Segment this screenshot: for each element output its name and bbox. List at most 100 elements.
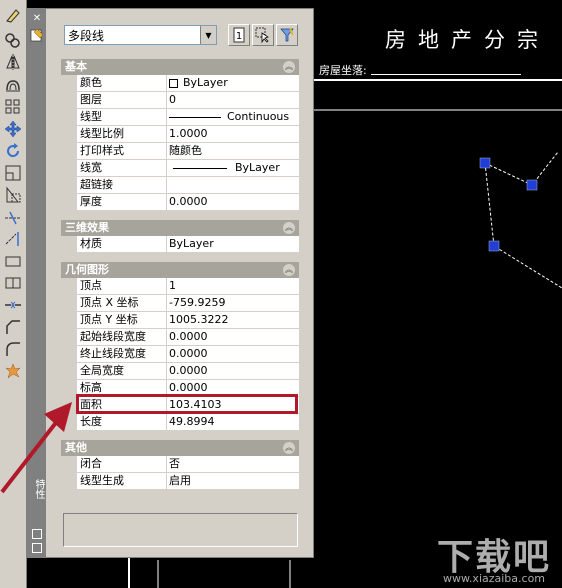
properties-palette: ✕ 特性 多段线 ▼ 1 基本 ︽ 颜色 ByLayer 图层 0 线型 Con… [27, 8, 314, 558]
section-geometry[interactable]: 几何图形 ︽ [61, 262, 299, 278]
join-icon[interactable] [2, 295, 24, 315]
prop-row-linetype-scale[interactable]: 线型比例 1.0000 [61, 126, 299, 143]
erase-icon[interactable] [2, 6, 24, 26]
prop-value[interactable]: 0 [167, 92, 299, 108]
break-icon[interactable] [2, 273, 24, 293]
prop-row-layer[interactable]: 图层 0 [61, 92, 299, 109]
prop-name: 图层 [77, 92, 167, 108]
prop-name: 线型 [77, 109, 167, 125]
section-3d-effects[interactable]: 三维效果 ︽ [61, 220, 299, 236]
drawing-title: 房地产分宗 [385, 28, 550, 52]
move-icon[interactable] [2, 119, 24, 139]
collapse-icon[interactable]: ︽ [283, 61, 295, 73]
explode-icon[interactable] [2, 361, 24, 381]
offset-icon[interactable] [2, 75, 24, 95]
property-grid: 基本 ︽ 颜色 ByLayer 图层 0 线型 Continuous 线型比例 … [61, 57, 299, 490]
stretch-icon[interactable] [2, 185, 24, 205]
prop-name: 线型生成 [77, 473, 167, 489]
linetype-sample [169, 116, 221, 118]
prop-value[interactable]: Continuous [167, 109, 299, 125]
section-3d-label: 三维效果 [65, 221, 109, 234]
collapse-icon[interactable]: ︽ [283, 264, 295, 276]
extend-icon[interactable] [2, 229, 24, 249]
prop-row-lineweight[interactable]: 线宽 ByLayer [61, 160, 299, 177]
prop-value[interactable]: 启用 [167, 473, 299, 489]
section-misc[interactable]: 其他 ︽ [61, 440, 299, 456]
prop-row-vertex[interactable]: 顶点 1 [61, 278, 299, 295]
prop-value[interactable]: -759.9259 [167, 295, 299, 311]
area-highlight-box [76, 394, 298, 414]
section-geometry-label: 几何图形 [65, 263, 109, 276]
prop-name: 闭合 [77, 456, 167, 472]
prop-row-start-width[interactable]: 起始线段宽度 0.0000 [61, 329, 299, 346]
object-type-select[interactable]: 多段线 ▼ [64, 25, 217, 45]
prop-value[interactable]: ByLayer [167, 236, 299, 252]
properties-app-icon [30, 28, 44, 42]
quick-select-icon [280, 27, 294, 42]
chamfer-icon[interactable] [2, 317, 24, 337]
prop-name: 线宽 [77, 160, 167, 176]
prop-value[interactable]: 1.0000 [167, 126, 299, 142]
prop-row-vertex-x[interactable]: 顶点 X 坐标 -759.9259 [61, 295, 299, 312]
array-icon[interactable] [2, 97, 24, 117]
section-basic-label: 基本 [65, 60, 87, 73]
palette-title: 特性 [33, 479, 44, 499]
prop-name: 打印样式 [77, 143, 167, 159]
grip-point [526, 179, 538, 191]
prop-value[interactable]: 1 [167, 278, 299, 294]
svg-text:1: 1 [236, 31, 242, 42]
prop-value[interactable]: ByLayer [167, 160, 299, 176]
prop-value[interactable]: 1005.3222 [167, 312, 299, 328]
prop-value[interactable]: 0.0000 [167, 346, 299, 362]
prop-row-hyperlink[interactable]: 超链接 [61, 177, 299, 194]
prop-value[interactable]: 49.8994 [167, 414, 299, 430]
prop-value[interactable]: 随颜色 [167, 143, 299, 159]
pickadd-icon: 1 [233, 27, 245, 43]
collapse-icon[interactable]: ︽ [283, 442, 295, 454]
prop-name: 顶点 [77, 278, 167, 294]
fillet-icon[interactable] [2, 339, 24, 359]
prop-row-linetype-generation[interactable]: 线型生成 启用 [61, 473, 299, 490]
prop-row-linetype[interactable]: 线型 Continuous [61, 109, 299, 126]
prop-name: 超链接 [77, 177, 167, 193]
section-basic[interactable]: 基本 ︽ [61, 59, 299, 75]
description-panel [63, 513, 298, 547]
prop-row-plot-style[interactable]: 打印样式 随颜色 [61, 143, 299, 160]
chevron-down-icon[interactable]: ▼ [200, 26, 216, 44]
mirror-icon[interactable] [2, 52, 24, 72]
prop-name: 顶点 Y 坐标 [77, 312, 167, 328]
prop-row-material[interactable]: 材质 ByLayer [61, 236, 299, 253]
prop-value[interactable]: ByLayer [167, 75, 299, 91]
copy-icon[interactable] [2, 30, 24, 50]
grip-point [479, 157, 491, 169]
rotate-icon[interactable] [2, 141, 24, 161]
prop-row-thickness[interactable]: 厚度 0.0000 [61, 194, 299, 211]
prop-row-length[interactable]: 长度 49.8994 [61, 414, 299, 431]
break-at-point-icon[interactable] [2, 251, 24, 271]
prop-row-end-width[interactable]: 终止线段宽度 0.0000 [61, 346, 299, 363]
prop-row-vertex-y[interactable]: 顶点 Y 坐标 1005.3222 [61, 312, 299, 329]
prop-name: 全局宽度 [77, 363, 167, 379]
prop-value[interactable]: 0.0000 [167, 363, 299, 379]
prop-value[interactable]: 0.0000 [167, 194, 299, 210]
auto-hide-icon[interactable] [32, 529, 42, 539]
prop-value[interactable] [167, 177, 299, 193]
grip-point [488, 240, 500, 252]
prop-row-color[interactable]: 颜色 ByLayer [61, 75, 299, 92]
properties-menu-icon[interactable] [32, 543, 42, 553]
select-objects-button[interactable] [252, 24, 274, 46]
prop-value[interactable]: 否 [167, 456, 299, 472]
collapse-icon[interactable]: ︽ [283, 222, 295, 234]
prop-name: 厚度 [77, 194, 167, 210]
prop-row-global-width[interactable]: 全局宽度 0.0000 [61, 363, 299, 380]
close-icon[interactable]: ✕ [31, 13, 43, 25]
toggle-pickadd-button[interactable]: 1 [228, 24, 250, 46]
prop-name: 颜色 [77, 75, 167, 91]
prop-name: 起始线段宽度 [77, 329, 167, 345]
scale-icon[interactable] [2, 163, 24, 183]
quick-select-button[interactable] [276, 24, 298, 46]
palette-title-strip[interactable]: ✕ 特性 [28, 9, 46, 557]
prop-value[interactable]: 0.0000 [167, 329, 299, 345]
trim-icon[interactable] [2, 207, 24, 227]
prop-row-closed[interactable]: 闭合 否 [61, 456, 299, 473]
